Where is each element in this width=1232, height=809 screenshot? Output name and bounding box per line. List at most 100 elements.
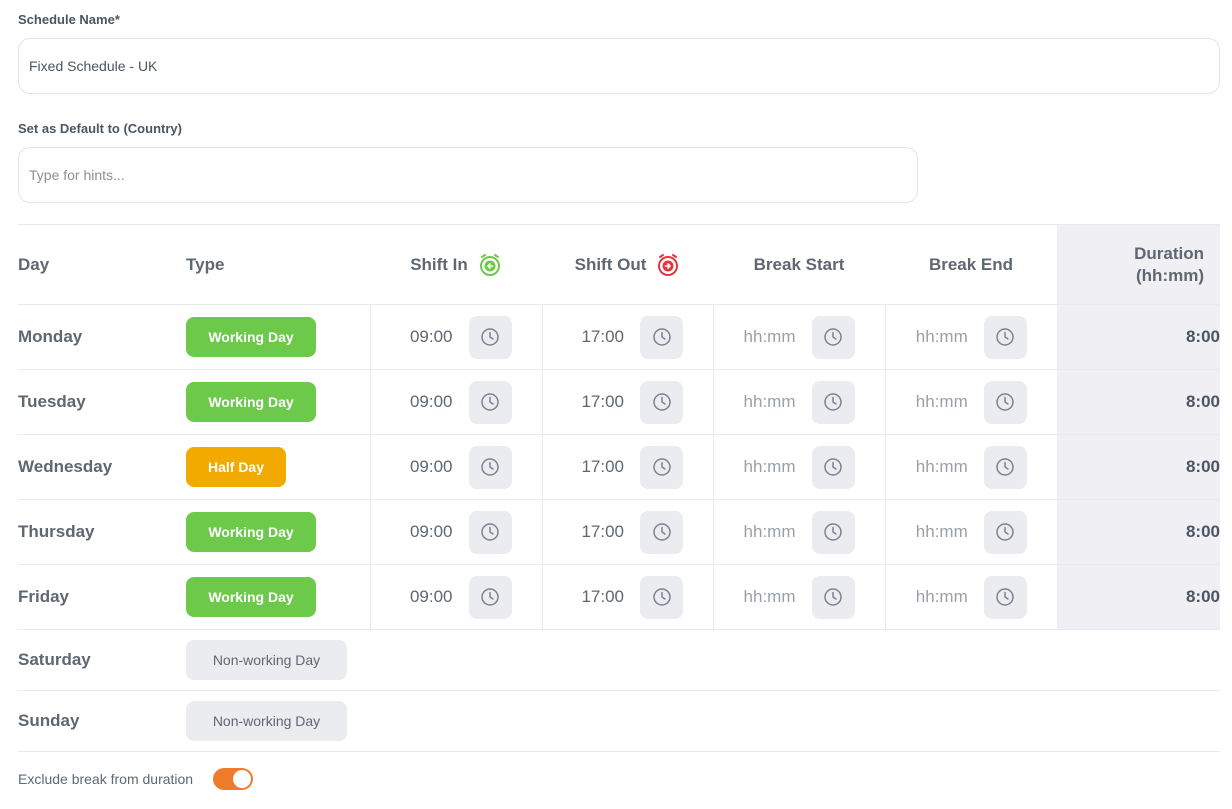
shift-out-picker-button[interactable] bbox=[640, 510, 683, 554]
schedule-name-input[interactable] bbox=[18, 38, 1220, 94]
clock-icon bbox=[824, 393, 842, 411]
clock-icon bbox=[824, 458, 842, 476]
clock-out-icon bbox=[658, 253, 679, 276]
clock-icon bbox=[481, 458, 499, 476]
clock-icon bbox=[996, 393, 1014, 411]
shift-out-value[interactable]: 17:00 bbox=[572, 392, 624, 412]
day-type-button[interactable]: Working Day bbox=[186, 382, 316, 422]
clock-icon bbox=[481, 523, 499, 541]
shift-in-picker-button[interactable] bbox=[468, 380, 512, 424]
header-break-start: Break Start bbox=[713, 224, 885, 305]
exclude-break-label: Exclude break from duration bbox=[18, 771, 194, 787]
day-cell: Tuesday bbox=[18, 369, 186, 435]
shift-out-value[interactable]: 17:00 bbox=[572, 522, 624, 542]
day-cell: Wednesday bbox=[18, 434, 186, 500]
header-shift-out-label: Shift Out bbox=[574, 254, 647, 274]
break-start-value[interactable]: hh:mm bbox=[744, 392, 796, 412]
clock-icon bbox=[824, 588, 842, 606]
clock-icon bbox=[481, 328, 499, 346]
day-cell: Thursday bbox=[18, 499, 186, 565]
table-row-monday: Monday Working Day 09:00 17:00 hh:mm hh:… bbox=[18, 304, 1220, 370]
clock-icon bbox=[996, 458, 1014, 476]
break-start-value[interactable]: hh:mm bbox=[744, 522, 796, 542]
shift-in-picker-button[interactable] bbox=[468, 315, 512, 359]
break-end-picker-button[interactable] bbox=[983, 445, 1027, 489]
header-duration: Duration (hh:mm) bbox=[1057, 224, 1220, 305]
day-type-button[interactable]: Half Day bbox=[186, 447, 286, 487]
break-start-picker-button[interactable] bbox=[811, 575, 855, 619]
shift-in-picker-button[interactable] bbox=[468, 575, 512, 619]
clock-icon bbox=[996, 328, 1014, 346]
break-end-picker-button[interactable] bbox=[983, 380, 1027, 424]
clock-icon bbox=[996, 523, 1014, 541]
clock-icon bbox=[652, 328, 671, 346]
shift-in-value[interactable]: 09:00 bbox=[401, 587, 453, 607]
clock-icon bbox=[652, 523, 671, 541]
header-duration-line1: Duration bbox=[1134, 243, 1204, 263]
clock-icon bbox=[824, 523, 842, 541]
shift-in-picker-button[interactable] bbox=[468, 510, 512, 554]
table-row-thursday: Thursday Working Day 09:00 17:00 hh:mm h… bbox=[18, 499, 1220, 565]
header-shift-in: Shift In bbox=[370, 224, 542, 305]
break-end-picker-button[interactable] bbox=[983, 575, 1027, 619]
shift-in-value[interactable]: 09:00 bbox=[401, 522, 453, 542]
clock-icon bbox=[824, 328, 842, 346]
header-shift-in-label: Shift In bbox=[410, 254, 468, 274]
duration-value: 8:00 bbox=[1057, 564, 1220, 630]
header-duration-line2: (hh:mm) bbox=[1136, 265, 1204, 285]
shift-out-picker-button[interactable] bbox=[640, 315, 683, 359]
table-header-row: Day Type Shift In Shift Out Break Start … bbox=[18, 224, 1220, 305]
break-start-value[interactable]: hh:mm bbox=[744, 327, 796, 347]
shift-out-value[interactable]: 17:00 bbox=[572, 327, 624, 347]
break-end-value[interactable]: hh:mm bbox=[916, 587, 968, 607]
shift-out-value[interactable]: 17:00 bbox=[572, 457, 624, 477]
break-end-value[interactable]: hh:mm bbox=[916, 392, 968, 412]
clock-icon bbox=[481, 588, 499, 606]
break-end-value[interactable]: hh:mm bbox=[916, 457, 968, 477]
duration-value: 8:00 bbox=[1057, 304, 1220, 370]
shift-out-picker-button[interactable] bbox=[640, 445, 683, 489]
header-shift-out: Shift Out bbox=[542, 224, 713, 305]
break-start-picker-button[interactable] bbox=[811, 510, 855, 554]
clock-icon bbox=[481, 393, 499, 411]
day-type-button[interactable]: Working Day bbox=[186, 577, 316, 617]
duration-value: 8:00 bbox=[1057, 369, 1220, 435]
shift-in-value[interactable]: 09:00 bbox=[401, 457, 453, 477]
day-cell: Saturday bbox=[18, 629, 186, 691]
break-start-picker-button[interactable] bbox=[811, 380, 855, 424]
break-start-value[interactable]: hh:mm bbox=[744, 457, 796, 477]
break-end-picker-button[interactable] bbox=[983, 510, 1027, 554]
shift-in-value[interactable]: 09:00 bbox=[401, 327, 453, 347]
shift-out-picker-button[interactable] bbox=[640, 380, 683, 424]
break-start-value[interactable]: hh:mm bbox=[744, 587, 796, 607]
exclude-break-toggle[interactable] bbox=[213, 768, 254, 790]
day-cell: Sunday bbox=[18, 690, 186, 752]
header-type: Type bbox=[186, 224, 370, 305]
day-cell: Friday bbox=[18, 564, 186, 630]
break-start-picker-button[interactable] bbox=[811, 445, 855, 489]
table-row-wednesday: Wednesday Half Day 09:00 17:00 hh:mm hh:… bbox=[18, 434, 1220, 500]
day-type-button[interactable]: Non-working Day bbox=[186, 640, 347, 680]
header-day: Day bbox=[18, 224, 186, 305]
default-country-input[interactable] bbox=[18, 147, 918, 203]
shift-out-picker-button[interactable] bbox=[640, 575, 683, 619]
table-row-tuesday: Tuesday Working Day 09:00 17:00 hh:mm hh… bbox=[18, 369, 1220, 435]
duration-value: 8:00 bbox=[1057, 434, 1220, 500]
day-cell: Monday bbox=[18, 304, 186, 370]
day-type-button[interactable]: Working Day bbox=[186, 317, 316, 357]
break-end-value[interactable]: hh:mm bbox=[916, 327, 968, 347]
break-end-picker-button[interactable] bbox=[983, 315, 1027, 359]
break-start-picker-button[interactable] bbox=[811, 315, 855, 359]
table-row-friday: Friday Working Day 09:00 17:00 hh:mm hh:… bbox=[18, 564, 1220, 630]
table-row-sunday: Sunday Non-working Day bbox=[18, 690, 1220, 752]
default-country-label: Set as Default to (Country) bbox=[18, 121, 182, 136]
shift-in-value[interactable]: 09:00 bbox=[401, 392, 453, 412]
clock-icon bbox=[652, 458, 671, 476]
table-row-saturday: Saturday Non-working Day bbox=[18, 629, 1220, 691]
clock-icon bbox=[996, 588, 1014, 606]
day-type-button[interactable]: Non-working Day bbox=[186, 701, 347, 741]
break-end-value[interactable]: hh:mm bbox=[916, 522, 968, 542]
shift-in-picker-button[interactable] bbox=[468, 445, 512, 489]
day-type-button[interactable]: Working Day bbox=[186, 512, 316, 552]
shift-out-value[interactable]: 17:00 bbox=[572, 587, 624, 607]
